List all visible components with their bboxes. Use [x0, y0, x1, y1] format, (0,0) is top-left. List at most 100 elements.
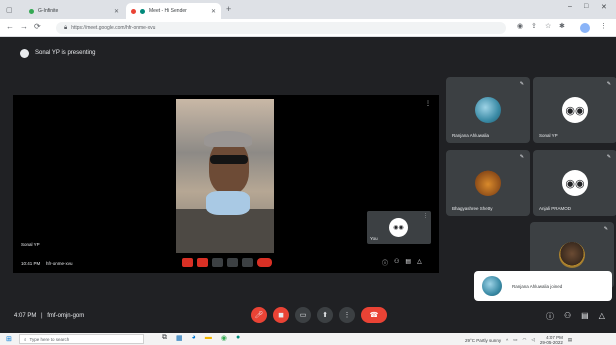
- presented-video: [176, 99, 274, 253]
- stage-presenter-label: Sonal YP: [21, 242, 40, 247]
- file-explorer-icon[interactable]: ▬: [205, 334, 212, 342]
- meet-app-icon[interactable]: ●: [236, 334, 240, 342]
- mic-muted-icon: ✎: [606, 81, 611, 87]
- tab-search-icon[interactable]: ▢: [6, 6, 13, 14]
- meeting-side-controls: ⓘ ⚇ ▤ △: [546, 311, 605, 322]
- taskbar-search-placeholder: Type here to search: [29, 336, 70, 342]
- participant-avatar: [475, 170, 501, 196]
- participant-name: Ranjana Ahluwalia: [452, 133, 490, 138]
- back-button[interactable]: ←: [6, 22, 14, 31]
- presenter-avatar-icon: [20, 48, 29, 58]
- url-bar[interactable]: 🔒︎ https://meet.google.com/hfr-onme-xvu: [56, 22, 506, 34]
- stage-captions-button[interactable]: [212, 258, 223, 267]
- activities-icon[interactable]: △: [417, 258, 422, 267]
- participant-tile[interactable]: ✎ ◉◉ Anjali PRAMOD: [533, 150, 616, 216]
- taskbar-search[interactable]: ⌕ Type here to search: [19, 334, 144, 344]
- self-label: You: [370, 236, 378, 241]
- camera-indicator-icon[interactable]: ◉: [517, 22, 523, 30]
- bookmark-star-icon[interactable]: ☆: [545, 22, 551, 30]
- stage-meeting-overlay: hfr-onme-xvu: [46, 261, 73, 266]
- video-cap: [204, 131, 252, 147]
- tab-favicon-icon: [29, 8, 34, 14]
- participant-name: Sonal YP: [539, 133, 558, 138]
- task-view-icon[interactable]: ⧉: [162, 334, 167, 342]
- chrome-icon[interactable]: ◉: [221, 334, 227, 342]
- more-options-button[interactable]: ⋮: [339, 307, 355, 323]
- minimize-button[interactable]: –: [568, 3, 572, 10]
- participant-name: Anjali PRAMOD: [539, 206, 572, 211]
- close-tab-icon[interactable]: ✕: [114, 8, 119, 15]
- join-notification: Ranjana Ahluwalia joined: [474, 271, 612, 301]
- new-tab-button[interactable]: +: [226, 4, 231, 14]
- mic-muted-icon: ✎: [606, 154, 611, 160]
- meet-favicon-icon: [140, 8, 145, 14]
- wifi-icon[interactable]: ◠: [522, 337, 526, 343]
- volume-icon[interactable]: ◁: [531, 337, 534, 343]
- battery-icon[interactable]: ▭: [513, 337, 517, 343]
- participant-tile[interactable]: ✎ Ranjana Ahluwalia: [446, 77, 530, 143]
- clock-date: 29-05-2022: [539, 340, 563, 345]
- widgets-icon[interactable]: ▦: [176, 334, 183, 342]
- profile-avatar[interactable]: [580, 23, 590, 33]
- toast-text: Ranjana Ahluwalia joined: [512, 283, 563, 289]
- meeting-details: 4:07 PM | fmf-omjn-gom: [14, 313, 84, 319]
- stage-end-call-button[interactable]: [257, 258, 272, 267]
- browser-tab-2[interactable]: Meet - Hi Sender ✕: [126, 3, 221, 19]
- close-window-button[interactable]: ✕: [601, 3, 607, 11]
- mic-off-button[interactable]: 🎤︎: [251, 307, 267, 323]
- info-icon[interactable]: ⓘ: [382, 258, 388, 267]
- stage-mic-off-button[interactable]: [182, 258, 193, 267]
- camera-off-button[interactable]: ◼: [273, 307, 289, 323]
- participant-tile[interactable]: ✎ Bhagyashree Shetty: [446, 150, 530, 216]
- meeting-info-icon[interactable]: ⓘ: [546, 311, 554, 322]
- present-now-button[interactable]: ⬆: [317, 307, 333, 323]
- close-tab-icon[interactable]: ✕: [211, 8, 216, 15]
- mic-muted-icon: ✎: [519, 81, 524, 87]
- lock-icon: 🔒︎: [64, 24, 68, 31]
- windows-start-icon[interactable]: ⊞: [6, 335, 12, 343]
- stage-more-button[interactable]: [242, 258, 253, 267]
- participant-name: Bhagyashree Shetty: [452, 206, 493, 211]
- video-face: [209, 139, 249, 194]
- toast-avatar: [482, 276, 502, 296]
- clock[interactable]: 4:07 PM 29-05-2022: [540, 335, 563, 345]
- notifications-icon[interactable]: ▤: [568, 337, 572, 343]
- participant-tile[interactable]: ✎ ◉◉ Sonal YP: [533, 77, 616, 143]
- url-text: https://meet.google.com/hfr-onme-xvu: [71, 25, 156, 31]
- share-icon[interactable]: ⇪: [531, 22, 537, 30]
- maximize-button[interactable]: □: [584, 3, 588, 10]
- video-shirt: [176, 209, 274, 253]
- meeting-time: 4:07 PM: [14, 313, 37, 319]
- taskbar-apps: ⧉ ▦ ◕ ▬ ◉ ●: [162, 334, 240, 342]
- stage-right-icons: ⓘ ⚇ ▤ △: [382, 258, 422, 267]
- stage-present-button[interactable]: [227, 258, 238, 267]
- search-icon: ⌕: [24, 336, 27, 342]
- chat-icon[interactable]: ▤: [405, 258, 411, 267]
- chat-icon[interactable]: ▤: [581, 311, 589, 322]
- leave-call-button[interactable]: ☎︎: [361, 307, 387, 323]
- captions-button[interactable]: ▭: [295, 307, 311, 323]
- edge-icon[interactable]: ◕: [192, 334, 196, 342]
- stage-self-view: ◉◉ You ⋮: [367, 211, 431, 244]
- weather-text: 29°C Partly sunny: [465, 337, 502, 343]
- browser-tab-1[interactable]: G-Infinite ✕: [24, 3, 124, 19]
- reload-button[interactable]: ⟳: [34, 22, 41, 31]
- self-mic-icon: ⋮: [423, 213, 428, 219]
- extensions-icon[interactable]: ✱: [559, 22, 565, 30]
- chrome-menu-icon[interactable]: ⋮: [600, 22, 607, 30]
- presenting-banner: Sonal YP is presenting: [20, 46, 96, 60]
- meeting-controls: 🎤︎ ◼ ▭ ⬆ ⋮ ☎︎: [251, 307, 387, 323]
- forward-button[interactable]: →: [20, 22, 28, 31]
- stage-cam-off-button[interactable]: [197, 258, 208, 267]
- participant-avatar: [475, 97, 501, 123]
- tab-title: G-Infinite: [38, 8, 59, 14]
- system-tray: 29°C Partly sunny ^ ▭ ◠ ◁ 4:07 PM 29-05-…: [465, 335, 572, 345]
- tray-chevron-icon[interactable]: ^: [506, 338, 508, 343]
- participants-icon[interactable]: ⚇: [564, 311, 571, 322]
- activities-icon[interactable]: △: [599, 311, 605, 322]
- stage-options-icon[interactable]: ⋮: [425, 100, 431, 107]
- mic-muted-icon: ✎: [603, 226, 608, 232]
- mic-muted-icon: ✎: [519, 154, 524, 160]
- people-icon[interactable]: ⚇: [394, 258, 399, 267]
- participant-avatar: ◉◉: [562, 97, 588, 123]
